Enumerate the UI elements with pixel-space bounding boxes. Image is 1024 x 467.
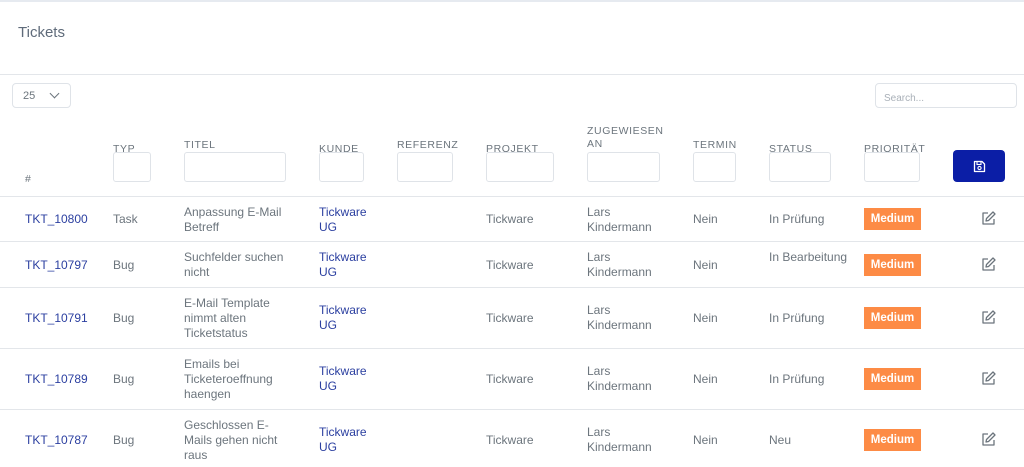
filter-reference-input[interactable]	[397, 152, 453, 182]
column-header-assigned: ZUGEWIESEN AN	[587, 125, 664, 150]
table-row: TKT_10797 Bug Suchfelder suchen nicht Ti…	[0, 242, 1024, 288]
ticket-project: Tickware	[486, 311, 534, 325]
table-row: TKT_10791 Bug E-Mail Template nimmt alte…	[0, 288, 1024, 349]
filter-appointment-input[interactable]	[693, 152, 736, 182]
ticket-status: In Bearbeitung	[769, 250, 848, 264]
ticket-id-link[interactable]: TKT_10800	[25, 212, 88, 227]
ticket-id-link[interactable]: TKT_10797	[25, 258, 88, 273]
ticket-title: Suchfelder suchen nicht	[184, 250, 284, 279]
page-size-value: 25	[23, 90, 36, 102]
edit-icon[interactable]	[980, 370, 997, 387]
ticket-assignee: Lars Kindermann	[587, 425, 652, 454]
ticket-assignee: Lars Kindermann	[587, 205, 652, 234]
priority-badge: Medium	[864, 307, 921, 329]
priority-badge: Medium	[864, 208, 921, 230]
priority-badge: Medium	[864, 254, 921, 276]
filter-assigned-input[interactable]	[587, 152, 660, 182]
filter-customer-input[interactable]	[319, 152, 364, 182]
ticket-appointment: Nein	[693, 433, 718, 447]
ticket-type: Bug	[113, 311, 135, 325]
priority-badge: Medium	[864, 368, 921, 390]
ticket-type: Bug	[113, 258, 135, 272]
save-icon	[973, 160, 985, 172]
filter-status-input[interactable]	[769, 152, 831, 182]
ticket-appointment: Nein	[693, 372, 718, 386]
priority-badge: Medium	[864, 429, 921, 451]
table-toolbar: 25	[0, 75, 1024, 115]
edit-icon[interactable]	[980, 309, 997, 326]
edit-icon[interactable]	[980, 256, 997, 273]
ticket-type: Bug	[113, 372, 135, 386]
page-title: Tickets	[18, 24, 65, 41]
ticket-project: Tickware	[486, 433, 534, 447]
table-row: TKT_10800 Task Anpassung E-Mail Betreff …	[0, 197, 1024, 242]
edit-icon[interactable]	[980, 431, 997, 448]
search-input[interactable]	[875, 83, 1017, 108]
ticket-appointment: Nein	[693, 311, 718, 325]
edit-icon[interactable]	[980, 210, 997, 227]
chevron-down-icon	[49, 88, 60, 99]
ticket-type: Bug	[113, 433, 135, 447]
ticket-project: Tickware	[486, 372, 534, 386]
column-header-number: #	[25, 173, 32, 185]
ticket-project: Tickware	[486, 212, 534, 226]
column-header-title: TITEL	[184, 139, 216, 151]
customer-link[interactable]: Tickware UG	[319, 425, 374, 455]
column-header-appointment: TERMIN	[693, 139, 737, 151]
customer-link[interactable]: Tickware UG	[319, 303, 374, 333]
ticket-project: Tickware	[486, 258, 534, 272]
filter-project-input[interactable]	[486, 152, 554, 182]
column-header-reference: REFERENZ	[397, 139, 459, 151]
ticket-id-link[interactable]: TKT_10787	[25, 433, 88, 448]
filter-type-input[interactable]	[113, 152, 151, 182]
table-row: TKT_10787 Bug Geschlossen E-Mails gehen …	[0, 410, 1024, 467]
ticket-title: Geschlossen E-Mails gehen nicht raus	[184, 418, 278, 462]
ticket-id-link[interactable]: TKT_10791	[25, 311, 88, 326]
table-row: TKT_10789 Bug Emails bei Ticketeroeffnun…	[0, 349, 1024, 410]
card-header: Tickets	[0, 2, 1024, 75]
ticket-status: Neu	[769, 433, 792, 447]
customer-link[interactable]: Tickware UG	[319, 364, 374, 394]
filter-priority-input[interactable]	[864, 152, 920, 182]
ticket-appointment: Nein	[693, 258, 718, 272]
ticket-assignee: Lars Kindermann	[587, 250, 652, 279]
ticket-assignee: Lars Kindermann	[587, 364, 652, 393]
customer-link[interactable]: Tickware UG	[319, 250, 374, 280]
table-body: TKT_10800 Task Anpassung E-Mail Betreff …	[0, 197, 1024, 467]
ticket-type: Task	[113, 212, 138, 226]
save-filter-button[interactable]	[953, 150, 1005, 182]
filter-title-input[interactable]	[184, 152, 286, 182]
table-header: # TYP TITEL KUNDE REFERENZ PROJEKT ZUGEW…	[0, 115, 1024, 197]
ticket-title: Emails bei Ticketeroeffnung haengen	[184, 357, 273, 401]
ticket-status: In Prüfung	[769, 372, 825, 386]
ticket-title: Anpassung E-Mail Betreff	[184, 205, 282, 234]
ticket-assignee: Lars Kindermann	[587, 303, 652, 332]
ticket-appointment: Nein	[693, 212, 718, 226]
ticket-status: In Prüfung	[769, 212, 825, 226]
ticket-status: In Prüfung	[769, 311, 825, 325]
ticket-id-link[interactable]: TKT_10789	[25, 372, 88, 387]
page-size-select[interactable]: 25	[12, 83, 71, 108]
tickets-page: Tickets 25 # TYP TITEL KUNDE REFERENZ PR…	[0, 0, 1024, 467]
ticket-title: E-Mail Template nimmt alten Ticketstatus	[184, 296, 270, 340]
customer-link[interactable]: Tickware UG	[319, 205, 374, 235]
